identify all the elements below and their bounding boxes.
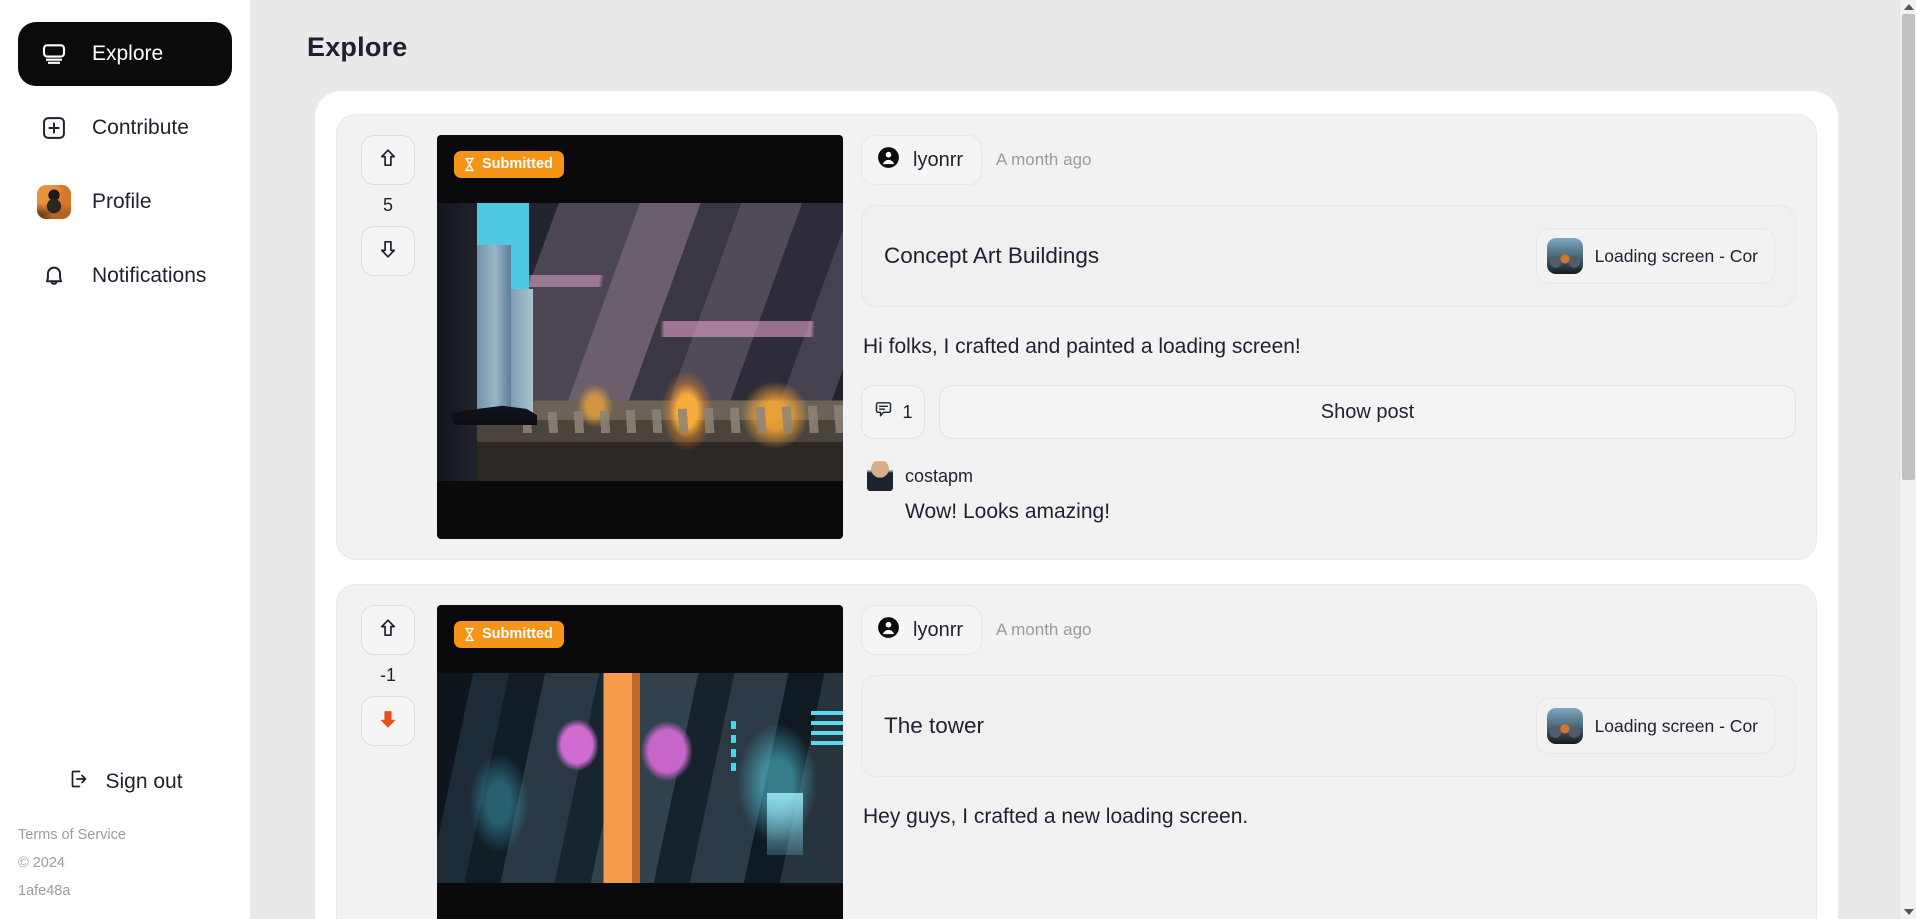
author-chip[interactable]: lyonrr <box>861 135 983 185</box>
post-actions: 1 Show post <box>861 385 1796 439</box>
sidebar-item-label: Profile <box>92 190 152 213</box>
copyright-text: © 2024 <box>18 855 65 871</box>
comment-author: costapm <box>905 465 974 486</box>
vote-score: -1 <box>379 665 396 685</box>
status-badge: Submitted <box>454 151 564 178</box>
main-content: Explore 5 Submitted lyonrr A month ago C… <box>250 0 1916 919</box>
sidebar-item-notifications[interactable]: Notifications <box>18 244 232 308</box>
upvote-button[interactable] <box>361 135 415 185</box>
status-badge-label: Submitted <box>482 626 553 642</box>
sign-out-button[interactable]: Sign out <box>18 759 232 805</box>
vote-column: -1 <box>357 605 419 919</box>
reference-chip[interactable]: Loading screen - Cor <box>1535 228 1775 284</box>
comment-preview: costapm Wow! Looks amazing! <box>861 439 1796 524</box>
show-post-button[interactable]: Show post <box>939 385 1796 439</box>
comment-text: Wow! Looks amazing! <box>905 500 1111 523</box>
author-row: lyonrr A month ago <box>861 605 1796 675</box>
artwork-cyberpunk-tower <box>437 673 843 883</box>
reference-label: Loading screen - Cor <box>1594 245 1758 266</box>
vertical-scrollbar[interactable] <box>1899 0 1916 919</box>
sidebar-item-contribute[interactable]: Contribute <box>18 96 232 160</box>
post-image[interactable]: Submitted <box>437 135 843 539</box>
status-badge-label: Submitted <box>482 156 553 172</box>
reference-thumbnail-icon <box>1546 238 1583 274</box>
scrollbar-thumb[interactable] <box>1902 14 1915 480</box>
upvote-button[interactable] <box>361 605 415 655</box>
build-hash-text: 1afe48a <box>18 883 71 899</box>
author-chip[interactable]: lyonrr <box>861 605 983 655</box>
sidebar-item-label: Notifications <box>92 264 207 287</box>
post-title: Concept Art Buildings <box>884 243 1100 268</box>
post-description: Hi folks, I crafted and painted a loadin… <box>863 335 1301 358</box>
user-circle-icon <box>876 145 901 175</box>
comment-header: costapm <box>867 461 1796 491</box>
sidebar: Explore Contribute Profile Notifications… <box>0 0 250 919</box>
arrow-up-icon <box>376 616 400 645</box>
arrow-up-icon <box>376 146 400 175</box>
author-name: lyonrr <box>913 618 964 641</box>
post-content: lyonrr A month ago Concept Art Buildings… <box>861 135 1796 539</box>
post-image[interactable]: Submitted <box>437 605 843 919</box>
legal-block: Terms of Service © 2024 1afe48a <box>18 805 232 899</box>
explore-icon <box>38 38 70 70</box>
user-circle-icon <box>876 615 901 645</box>
sidebar-item-profile[interactable]: Profile <box>18 170 232 234</box>
arrow-down-icon <box>376 237 400 266</box>
artwork-cyberpunk-street <box>437 203 843 481</box>
arrow-down-icon <box>376 707 400 736</box>
post-description: Hey guys, I crafted a new loading screen… <box>863 805 1249 828</box>
app-root: Explore Contribute Profile Notifications… <box>0 0 1916 919</box>
post-card: -1 Submitted lyonrr A month ago The towe… <box>336 584 1817 919</box>
sign-out-label: Sign out <box>105 770 183 793</box>
vote-score: 5 <box>382 195 393 215</box>
post-title-card: The tower Loading screen - Cor <box>861 675 1796 777</box>
profile-avatar-icon <box>37 185 71 219</box>
speech-bubble-icon <box>873 399 894 425</box>
downvote-button[interactable] <box>361 226 415 276</box>
logout-icon <box>67 767 91 797</box>
reference-chip[interactable]: Loading screen - Cor <box>1535 698 1775 754</box>
feed-container: 5 Submitted lyonrr A month ago Concept A… <box>315 91 1838 919</box>
sidebar-item-label: Explore <box>92 42 164 65</box>
comment-count-button[interactable]: 1 <box>861 385 925 439</box>
reference-label: Loading screen - Cor <box>1594 715 1758 736</box>
author-name: lyonrr <box>913 148 964 171</box>
status-badge: Submitted <box>454 621 564 648</box>
page-title: Explore <box>307 32 408 62</box>
post-title-card: Concept Art Buildings Loading screen - C… <box>861 205 1796 307</box>
bell-icon <box>38 260 70 292</box>
post-content: lyonrr A month ago The tower Loading scr… <box>861 605 1796 919</box>
plus-square-icon <box>38 112 70 144</box>
vote-column: 5 <box>357 135 419 539</box>
comment-count: 1 <box>902 401 913 422</box>
hourglass-icon <box>463 627 476 642</box>
post-title: The tower <box>884 713 985 738</box>
post-timestamp: A month ago <box>996 620 1092 639</box>
scroll-down-arrow-icon[interactable] <box>1900 905 1916 919</box>
post-card: 5 Submitted lyonrr A month ago Concept A… <box>336 114 1817 560</box>
avatar <box>37 185 71 219</box>
sidebar-nav: Explore Contribute Profile Notifications <box>18 22 232 308</box>
author-row: lyonrr A month ago <box>861 135 1796 205</box>
downvote-button[interactable] <box>361 696 415 746</box>
sidebar-item-label: Contribute <box>92 116 189 139</box>
comment-avatar <box>867 461 893 491</box>
sidebar-item-explore[interactable]: Explore <box>18 22 232 86</box>
post-timestamp: A month ago <box>996 150 1092 169</box>
hourglass-icon <box>463 157 476 172</box>
scroll-up-arrow-icon[interactable] <box>1900 0 1916 14</box>
reference-thumbnail-icon <box>1546 708 1583 744</box>
terms-of-service-link[interactable]: Terms of Service <box>18 827 232 843</box>
sidebar-footer: Sign out Terms of Service © 2024 1afe48a <box>18 759 232 919</box>
